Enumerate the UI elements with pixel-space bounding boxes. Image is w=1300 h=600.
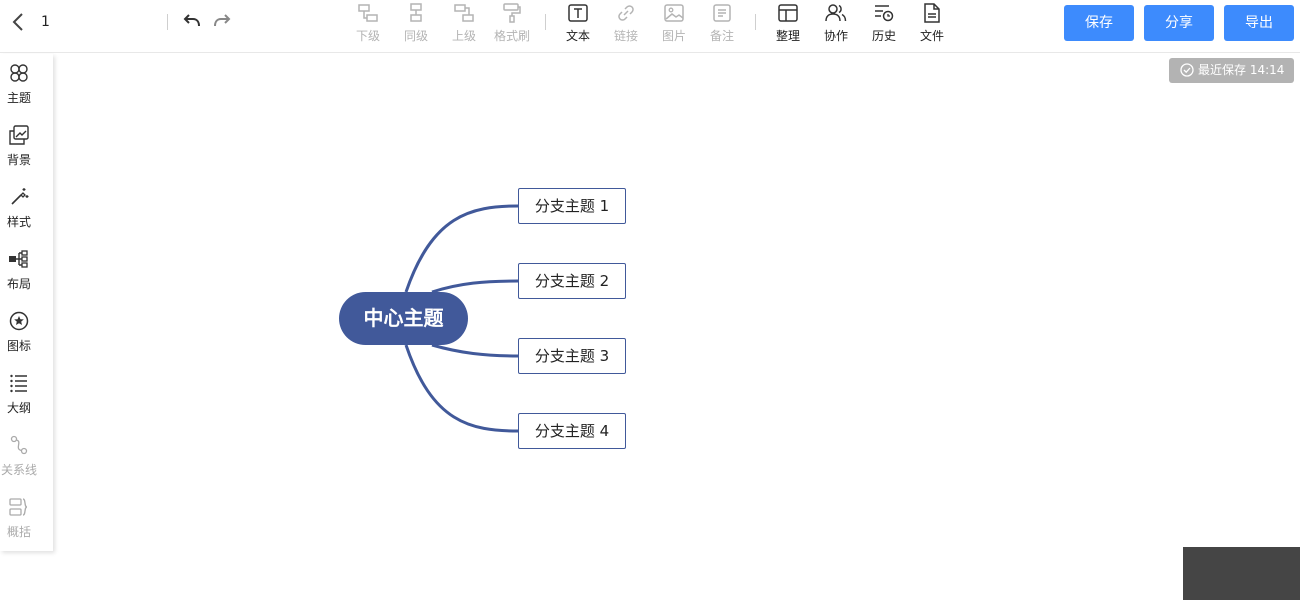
summary-icon [9, 498, 28, 516]
mindmap-edges [404, 204, 519, 433]
format-painter-icon [503, 3, 521, 23]
history-icon [875, 5, 894, 22]
tool-label: 备注 [709, 29, 734, 43]
central-topic-node[interactable]: 中心主题 [339, 292, 468, 345]
parent-topic-icon [454, 4, 474, 22]
tool-link[interactable]: 链接 [604, 3, 648, 45]
users-icon [825, 4, 847, 22]
branch-topic-4[interactable]: 分支主题 4 [518, 413, 626, 449]
redo-icon [214, 14, 231, 27]
sidebar-item-relation[interactable]: 关系线 [0, 435, 38, 478]
edge-branch-4 [404, 344, 519, 433]
tool-label: 文件 [919, 29, 944, 43]
tool-label: 历史 [871, 29, 896, 43]
last-saved-text: 最近保存 14:14 [1198, 63, 1285, 77]
sidebar-item-label: 背景 [6, 153, 31, 167]
sidebar-item-label: 大纲 [6, 401, 31, 415]
divider [167, 14, 168, 30]
arrange-icon [778, 4, 798, 22]
magic-wand-icon [11, 188, 29, 205]
branch-topic-1[interactable]: 分支主题 1 [518, 188, 626, 224]
image-icon [664, 4, 684, 22]
tool-label: 图片 [661, 29, 686, 43]
tool-file[interactable]: 文件 [910, 3, 954, 45]
file-icon [924, 3, 940, 23]
text-icon [568, 4, 588, 22]
list-icon [10, 374, 27, 393]
tool-child-topic[interactable]: 下级 [346, 3, 390, 45]
tool-format-painter[interactable]: 格式刷 [490, 3, 534, 45]
back-button[interactable] [8, 10, 30, 34]
sidebar-item-label: 布局 [6, 277, 31, 291]
tool-label: 链接 [613, 29, 638, 43]
overlay-panel [1183, 547, 1300, 600]
branch-topic-3[interactable]: 分支主题 3 [518, 338, 626, 374]
sidebar-item-label: 样式 [6, 215, 31, 229]
tool-label: 协作 [823, 29, 848, 43]
sidebar-item-label: 主题 [6, 91, 31, 105]
sidebar-item-background[interactable]: 背景 [0, 125, 38, 168]
sidebar-item-label: 关系线 [0, 463, 37, 477]
branch-topic-2[interactable]: 分支主题 2 [518, 263, 626, 299]
link-icon [618, 5, 634, 21]
divider [545, 14, 546, 30]
layout-icon [9, 250, 28, 268]
star-circle-icon [9, 311, 29, 331]
export-button[interactable]: 导出 [1224, 5, 1294, 41]
sidebar-item-label: 概括 [6, 525, 31, 539]
divider [755, 14, 756, 30]
undo-icon [183, 14, 200, 27]
tool-label: 文本 [565, 29, 590, 43]
sidebar-item-label: 图标 [6, 339, 31, 353]
edge-branch-3 [431, 343, 519, 358]
sidebar-item-icon[interactable]: 图标 [0, 311, 38, 354]
mindmap-canvas[interactable]: 中心主题 分支主题 1 分支主题 2 分支主题 3 分支主题 4 [0, 0, 1300, 600]
document-title[interactable]: 1 [41, 14, 50, 30]
tool-collaborate[interactable]: 协作 [814, 3, 858, 45]
tool-parent-topic[interactable]: 上级 [442, 3, 486, 45]
tool-label: 整理 [775, 29, 800, 43]
tool-image[interactable]: 图片 [652, 3, 696, 45]
sibling-topic-icon [410, 3, 422, 22]
top-toolbar: 1 下级 同级 上级 格式刷 文本 链接 图片 备注 整理 协作 历史 文件 保… [0, 0, 1300, 53]
left-sidebar: 主题 背景 样式 布局 图标 大纲 关系线 概括 [0, 54, 53, 551]
tool-sibling-topic[interactable]: 同级 [394, 3, 438, 45]
tool-label: 下级 [355, 29, 380, 43]
sidebar-item-theme[interactable]: 主题 [0, 63, 38, 106]
tool-label: 格式刷 [493, 29, 530, 43]
relation-line-icon [10, 435, 28, 455]
tool-history[interactable]: 历史 [862, 3, 906, 45]
last-saved-badge: 最近保存 14:14 [1169, 58, 1294, 83]
sidebar-item-layout[interactable]: 布局 [0, 249, 38, 292]
undo-button[interactable] [182, 11, 202, 31]
tool-label: 上级 [451, 29, 476, 43]
save-button[interactable]: 保存 [1064, 5, 1134, 41]
sidebar-item-outline[interactable]: 大纲 [0, 373, 38, 416]
redo-button[interactable] [212, 11, 232, 31]
chevron-left-icon [12, 13, 23, 31]
theme-icon [10, 64, 28, 82]
note-icon [713, 4, 731, 22]
sidebar-item-summary[interactable]: 概括 [0, 497, 38, 540]
sidebar-item-style[interactable]: 样式 [0, 187, 38, 230]
edge-branch-1 [404, 204, 519, 293]
tool-text[interactable]: 文本 [556, 3, 600, 45]
tool-note[interactable]: 备注 [700, 3, 744, 45]
share-button[interactable]: 分享 [1144, 5, 1214, 41]
edge-branch-2 [431, 279, 519, 294]
background-image-icon [9, 125, 29, 145]
tool-arrange[interactable]: 整理 [766, 3, 810, 45]
child-topic-icon [358, 4, 378, 22]
check-circle-icon [1180, 63, 1194, 77]
tool-label: 同级 [403, 29, 428, 43]
